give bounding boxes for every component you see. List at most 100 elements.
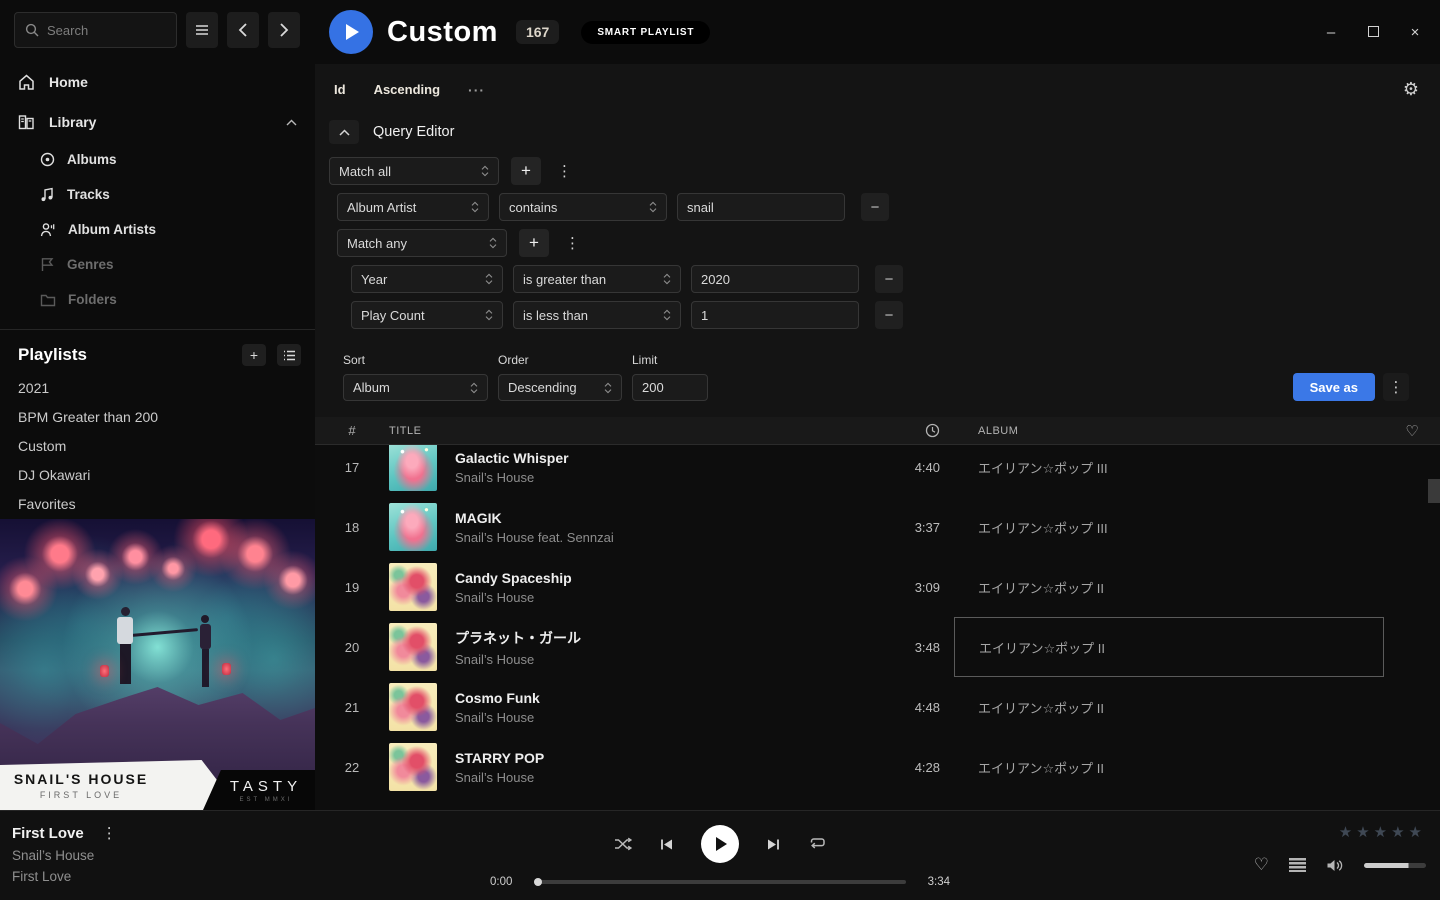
- rule-operator-select[interactable]: is less than: [513, 301, 681, 329]
- remove-rule-button[interactable]: −: [875, 265, 903, 293]
- playlist-item[interactable]: Favorites: [0, 490, 315, 519]
- track-album-focused-cell[interactable]: エイリアン☆ポップ II: [954, 617, 1384, 677]
- search-field[interactable]: [47, 23, 157, 38]
- track-album[interactable]: エイリアン☆ポップ III: [954, 497, 1384, 557]
- add-rule-button[interactable]: +: [511, 157, 541, 185]
- seek-bar[interactable]: [534, 880, 906, 884]
- track-album[interactable]: エイリアン☆ポップ III: [954, 445, 1384, 497]
- sidebar-item-genres[interactable]: Genres: [0, 247, 315, 282]
- query-editor: Query Editor Match all + ⋮ Album Artist: [315, 110, 1440, 401]
- chevron-up-icon[interactable]: [286, 119, 297, 126]
- playlist-list-button[interactable]: [277, 344, 301, 366]
- sidebar-item-home[interactable]: Home: [0, 62, 315, 102]
- remove-rule-button[interactable]: −: [875, 301, 903, 329]
- save-menu-button[interactable]: ⋮: [1383, 373, 1409, 401]
- track-title: Candy Spaceship: [455, 570, 866, 586]
- track-row[interactable]: 22 STARRY POP Snail’s House 4:28 エイリアン☆ポ…: [315, 737, 1440, 797]
- sidebar-item-label: Library: [49, 114, 96, 130]
- queue-icon[interactable]: [1289, 858, 1306, 872]
- now-playing-info[interactable]: First Love ⋮ Snail’s House First Love: [12, 824, 123, 884]
- search-input[interactable]: [14, 12, 177, 48]
- sidebar-item-album-artists[interactable]: Album Artists: [0, 212, 315, 247]
- previous-button[interactable]: [660, 838, 673, 851]
- rule-operator-select[interactable]: contains: [499, 193, 667, 221]
- rule-operator-select[interactable]: is greater than: [513, 265, 681, 293]
- maximize-icon: [1368, 26, 1379, 37]
- gear-icon[interactable]: ⚙: [1403, 79, 1419, 100]
- track-row[interactable]: 21 Cosmo Funk Snail’s House 4:48 エイリアン☆ポ…: [315, 677, 1440, 737]
- nav-forward-button[interactable]: [268, 12, 300, 48]
- rule-field-select[interactable]: Year: [351, 265, 503, 293]
- menu-button[interactable]: [186, 12, 218, 48]
- seek-knob[interactable]: [534, 878, 542, 886]
- hamburger-icon: [195, 24, 209, 36]
- repeat-button[interactable]: [808, 837, 826, 851]
- sidebar-item-label: Albums: [67, 152, 117, 167]
- track-album[interactable]: エイリアン☆ポップ II: [954, 737, 1384, 797]
- maximize-button[interactable]: [1364, 24, 1382, 41]
- track-row[interactable]: 17 Galactic Whisper Snail’s House 4:40 エ…: [315, 445, 1440, 497]
- sidebar-item-library[interactable]: Library: [0, 102, 315, 142]
- favorite-column-heart-icon[interactable]: ♡: [1405, 422, 1418, 440]
- rule-value-input[interactable]: [691, 301, 859, 329]
- column-title[interactable]: TITLE: [389, 425, 455, 437]
- rule-value-input[interactable]: [677, 193, 845, 221]
- rule-group-menu-button[interactable]: ⋮: [551, 162, 578, 180]
- more-options-button[interactable]: ···: [468, 82, 485, 98]
- sidebar-item-folders[interactable]: Folders: [0, 282, 315, 317]
- query-sort-select[interactable]: Album: [343, 374, 488, 401]
- track-artist: Snail’s House: [455, 652, 866, 667]
- record-label: TASTY: [230, 778, 302, 795]
- remove-rule-button[interactable]: −: [861, 193, 889, 221]
- track-row[interactable]: 18 MAGIK Snail’s House feat. Sennzai 3:3…: [315, 497, 1440, 557]
- nav-back-button[interactable]: [227, 12, 259, 48]
- volume-icon[interactable]: [1326, 858, 1344, 873]
- track-album[interactable]: エイリアン☆ポップ II: [954, 557, 1384, 617]
- track-row[interactable]: 20 プラネット・ガール Snail’s House 3:48 エイリアン☆ポッ…: [315, 617, 1440, 677]
- add-group-rule-button[interactable]: +: [519, 229, 549, 257]
- shuffle-button[interactable]: [614, 837, 632, 851]
- sort-field-button[interactable]: Id: [334, 82, 346, 97]
- track-duration: 4:40: [876, 460, 954, 475]
- sidebar-item-albums[interactable]: Albums: [0, 142, 315, 177]
- column-index[interactable]: #: [315, 423, 389, 438]
- duration-column-clock-icon[interactable]: [925, 423, 954, 438]
- group-match-select[interactable]: Match any: [337, 229, 507, 257]
- table-header: # TITLE ALBUM ♡: [315, 417, 1440, 445]
- rating-stars[interactable]: ★★★★★: [1339, 823, 1426, 841]
- query-order-select[interactable]: Descending: [498, 374, 622, 401]
- track-title: STARRY POP: [455, 750, 866, 766]
- favorite-heart-icon[interactable]: ♡: [1254, 855, 1269, 875]
- minimize-button[interactable]: –: [1322, 24, 1340, 41]
- collapse-query-editor-button[interactable]: [329, 120, 359, 144]
- playlist-item[interactable]: 2021: [0, 374, 315, 403]
- track-title: プラネット・ガール: [455, 628, 866, 648]
- track-count-badge: 167: [516, 20, 559, 44]
- rule-field-select[interactable]: Album Artist: [337, 193, 489, 221]
- scrollbar-thumb[interactable]: [1428, 479, 1440, 503]
- playlist-item[interactable]: Custom: [0, 432, 315, 461]
- rule-value-input[interactable]: [691, 265, 859, 293]
- track-cover-art: [389, 503, 437, 551]
- save-as-button[interactable]: Save as: [1293, 373, 1375, 401]
- rule-field-select[interactable]: Play Count: [351, 301, 503, 329]
- playlist-item[interactable]: BPM Greater than 200: [0, 403, 315, 432]
- track-row[interactable]: 19 Candy Spaceship Snail’s House 3:09 エイ…: [315, 557, 1440, 617]
- total-time: 3:34: [920, 876, 950, 888]
- sidebar-item-tracks[interactable]: Tracks: [0, 177, 315, 212]
- now-playing-album-art[interactable]: SNAIL'S HOUSE FIRST LOVE TASTY EST MMXI: [0, 519, 315, 810]
- now-playing-menu-button[interactable]: ⋮: [96, 824, 123, 842]
- limit-input[interactable]: [632, 374, 708, 401]
- play-playlist-button[interactable]: [329, 10, 373, 54]
- close-button[interactable]: ×: [1406, 24, 1424, 41]
- sort-direction-button[interactable]: Ascending: [374, 82, 440, 97]
- group-menu-button[interactable]: ⋮: [559, 234, 586, 252]
- track-album[interactable]: エイリアン☆ポップ II: [954, 677, 1384, 737]
- root-match-select[interactable]: Match all: [329, 157, 499, 185]
- next-button[interactable]: [767, 838, 780, 851]
- volume-slider[interactable]: [1364, 863, 1426, 868]
- play-button[interactable]: [701, 825, 739, 863]
- add-playlist-button[interactable]: +: [242, 344, 266, 366]
- column-album[interactable]: ALBUM: [954, 425, 1384, 437]
- playlist-item[interactable]: DJ Okawari: [0, 461, 315, 490]
